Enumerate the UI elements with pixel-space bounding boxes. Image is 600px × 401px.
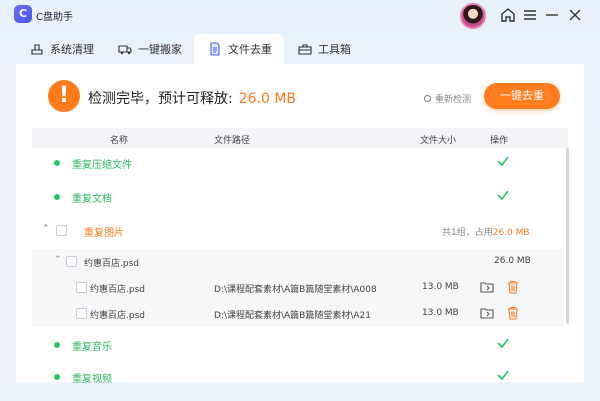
chevron-up-icon[interactable]: ⌃ (42, 224, 50, 234)
header-path: 文件路径 (214, 136, 251, 146)
tab-one-click-move[interactable]: 一键搬家 (104, 34, 196, 64)
group-name: 约惠百店.psd (84, 259, 139, 269)
file-row[interactable]: 约惠百店.psd D:\课程配套素材\A篇B篇随堂素材\A008 13.0 MB (32, 275, 564, 301)
tab-label: 工具箱 (318, 43, 351, 56)
one-click-dedupe-button[interactable]: 一键去重 (484, 83, 560, 109)
group-size: 26.0 MB (494, 256, 531, 266)
file-name: 约惠百店.psd (90, 285, 145, 295)
trash-icon[interactable] (506, 306, 520, 320)
check-icon (497, 338, 509, 349)
truck-icon (118, 45, 132, 55)
user-avatar[interactable] (460, 3, 486, 29)
dedupe-panel: ! 检测完毕，预计可释放: 26.0 MB 重新检测 一键去重 名称 文件路径 文… (16, 64, 584, 385)
status-dot (54, 342, 60, 348)
file-path: D:\课程配套素材\A篇B篇随堂素材\A21 (214, 311, 371, 321)
status-message: 检测完毕，预计可释放: 26.0 MB (88, 88, 296, 108)
category-row[interactable]: 重复压缩文件 (32, 150, 564, 176)
title-bar: C C盘助手 (0, 0, 600, 30)
group-row[interactable]: ⌃ 约惠百店.psd 26.0 MB (32, 249, 564, 275)
summary-size: 26.0 MB (492, 228, 530, 238)
group-checkbox[interactable] (66, 256, 77, 267)
tab-toolbox[interactable]: 工具箱 (284, 34, 374, 64)
rescan-label: 重新检测 (435, 95, 472, 105)
category-checkbox[interactable] (56, 225, 67, 236)
close-icon[interactable] (565, 5, 585, 25)
tab-label: 文件去重 (228, 43, 272, 56)
app-title: C盘助手 (36, 12, 73, 23)
minimize-icon[interactable] (542, 5, 562, 25)
open-folder-icon[interactable] (480, 280, 494, 294)
table-header: 名称 文件路径 文件大小 操作 (32, 128, 568, 148)
rescan-button[interactable]: 重新检测 (424, 92, 471, 105)
check-icon (497, 370, 509, 381)
check-icon (497, 156, 509, 167)
tab-system-clean[interactable]: 系统清理 (16, 34, 108, 64)
tab-file-dedupe[interactable]: 文件去重 (194, 34, 284, 64)
category-label: 重复压缩文件 (72, 160, 132, 171)
open-folder-icon[interactable] (480, 306, 494, 320)
category-label: 重复视频 (72, 374, 112, 385)
file-name: 约惠百店.psd (90, 311, 145, 321)
chevron-up-icon[interactable]: ⌃ (54, 255, 62, 265)
header-name: 名称 (110, 136, 129, 146)
file-size: 13.0 MB (422, 282, 459, 292)
home-icon[interactable] (498, 5, 518, 25)
status-dot (54, 374, 60, 380)
category-row[interactable]: ⌃ 重复图片 共1组，占用26.0 MB (32, 218, 564, 244)
category-row[interactable]: 重复文档 (32, 184, 564, 210)
category-label: 重复音乐 (72, 342, 112, 353)
status-dot (54, 160, 60, 166)
status-dot (54, 194, 60, 200)
status-label: 检测完毕，预计可释放: (88, 91, 233, 107)
check-icon (497, 190, 509, 201)
file-checkbox[interactable] (76, 308, 87, 319)
file-path: D:\课程配套素材\A篇B篇随堂素材\A008 (214, 285, 377, 295)
tab-label: 一键搬家 (138, 43, 182, 56)
header-action: 操作 (490, 136, 509, 146)
category-row[interactable]: 重复视频 (32, 364, 564, 390)
scrollbar[interactable] (566, 148, 569, 324)
menu-icon[interactable] (520, 5, 540, 25)
category-row[interactable]: 重复音乐 (32, 332, 564, 358)
rescan-icon (424, 95, 431, 102)
file-row[interactable]: 约惠百店.psd D:\课程配套素材\A篇B篇随堂素材\A21 13.0 MB (32, 301, 564, 327)
tab-label: 系统清理 (50, 43, 94, 56)
trash-icon[interactable] (506, 280, 520, 294)
toolbox-icon (298, 44, 312, 55)
file-size: 13.0 MB (422, 308, 459, 318)
category-label: 重复图片 (84, 228, 124, 239)
summary-prefix: 共1组，占用 (442, 228, 493, 238)
group-summary: 共1组，占用26.0 MB (442, 225, 530, 238)
warning-icon: ! (48, 80, 80, 112)
category-label: 重复文档 (72, 194, 112, 205)
file-checkbox[interactable] (76, 282, 87, 293)
broom-icon (31, 44, 43, 55)
document-icon (210, 42, 220, 56)
tab-bar: 系统清理 一键搬家 文件去重 工具箱 (16, 34, 584, 64)
status-size: 26.0 MB (238, 91, 297, 107)
app-logo: C (14, 5, 32, 23)
header-size: 文件大小 (420, 136, 457, 146)
